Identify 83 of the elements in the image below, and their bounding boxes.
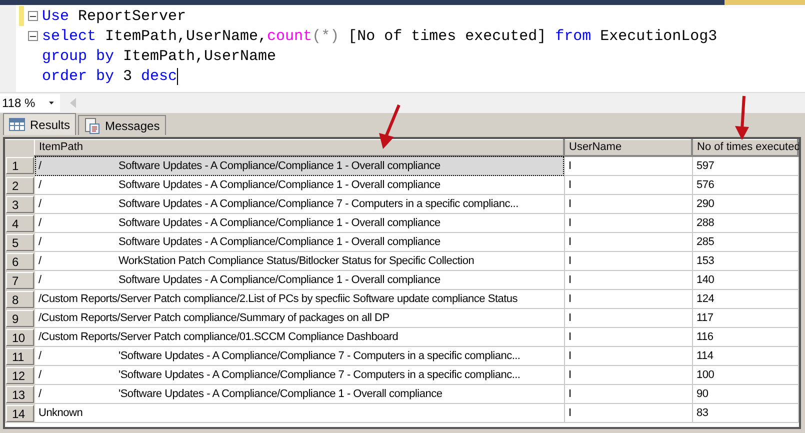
table-cell: I (564, 384, 692, 404)
path-end: 'Software Updates - A Compliance/Compliance 7 - Computers in a specific complianc... (118, 369, 520, 381)
table-cell: 153 (692, 252, 798, 270)
row-header[interactable]: 3 (6, 196, 34, 212)
table-cell: I (564, 214, 692, 232)
table-cell: I (564, 194, 692, 214)
table-cell: 114 (692, 346, 798, 366)
path-end: Software Updates - A Compliance/Compliance 1 - Overall compliance (118, 274, 440, 286)
table-cell: I (564, 404, 692, 422)
table-cell: I (564, 252, 692, 270)
item-path: /Custom Reports/Server Patch compliance/2.List of PCs by specfiic Software update compliance Status (38, 293, 518, 305)
path-end: Software Updates - A Compliance/Compliance 1 - Overall compliance (118, 236, 440, 248)
path-start: / (38, 159, 42, 174)
table-cell: I (564, 290, 692, 308)
table-cell: I (564, 308, 692, 328)
annotation-arrow (377, 103, 403, 151)
item-path: /Custom Reports/Server Patch compliance/01.SCCM Compliance Dashboard (38, 331, 398, 343)
path-start: / (38, 254, 42, 269)
row-header[interactable]: 2 (6, 176, 34, 194)
code-line: Use ReportServer (42, 8, 186, 24)
table-cell: 90 (692, 384, 798, 404)
row-header[interactable]: 6 (6, 252, 34, 270)
caret-icon (49, 101, 54, 105)
path-end: Software Updates - A Compliance/Compliance 1 - Overall compliance (118, 160, 440, 172)
column-header[interactable]: UserName (564, 140, 692, 156)
table-cell: 576 (692, 176, 798, 194)
path-start: / (38, 349, 42, 364)
path-start: / (38, 178, 42, 193)
path-end: Software Updates - A Compliance/Compliance 7 - Computers in a specific complianc... (118, 198, 518, 210)
path-start: / (38, 368, 42, 383)
code-line: select ItemPath,UserName,count(*) [No of times executed] from ExecutionLog3 (42, 28, 718, 44)
row-header[interactable]: 7 (6, 272, 34, 288)
table-cell: 124 (692, 290, 798, 308)
path-end: WorkStation Patch Compliance Status/Bitlocker Status for Specific Collection (118, 255, 474, 267)
row-header[interactable]: 4 (6, 214, 34, 232)
path-start: / (38, 387, 42, 402)
grid-icon (9, 118, 25, 131)
row-header[interactable]: 11 (6, 348, 34, 364)
path-start: / (38, 197, 42, 212)
table-cell: I (564, 270, 692, 290)
row-header[interactable]: 8 (6, 290, 34, 308)
path-start: / (38, 235, 42, 250)
table-cell: 83 (692, 404, 798, 422)
table-cell: 116 (692, 328, 798, 346)
path-end: 'Software Updates - A Compliance/Compliance 1 - Overall compliance (118, 388, 442, 400)
annotation-arrow (734, 94, 750, 142)
code-line: order by 3 desc (42, 68, 178, 84)
path-end: Software Updates - A Compliance/Compliance 1 - Overall compliance (118, 217, 440, 229)
path-end: 'Software Updates - A Compliance/Compliance 7 - Computers in a specific complianc... (118, 350, 520, 362)
path-start: / (38, 273, 42, 288)
table-cell: I (564, 366, 692, 384)
path-start: / (38, 216, 42, 231)
table-cell: I (564, 156, 692, 176)
table-cell: 288 (692, 214, 798, 232)
row-header[interactable]: 14 (6, 404, 34, 422)
table-cell: 290 (692, 194, 798, 214)
table-cell: 140 (692, 270, 798, 290)
table-cell: I (564, 328, 692, 346)
zoom-dropdown[interactable]: 118 % (0, 94, 60, 112)
item-path: /Custom Reports/Server Patch compliance/Summary of packages on all DP (38, 312, 390, 324)
corner-cell[interactable] (5, 140, 34, 156)
row-header[interactable]: 9 (6, 310, 34, 326)
table-cell: 117 (692, 308, 798, 328)
column-header[interactable]: ItemPath (34, 140, 564, 156)
table-cell: I (564, 176, 692, 194)
row-header[interactable]: 1 (6, 157, 34, 174)
collapse-icon[interactable] (28, 11, 38, 21)
path-end: Software Updates - A Compliance/Compliance 1 - Overall compliance (118, 179, 440, 191)
row-header[interactable]: 13 (6, 386, 34, 402)
row-header[interactable]: 10 (6, 328, 34, 346)
results-tab[interactable]: Messages (78, 115, 166, 135)
document-icon (84, 118, 100, 134)
row-header[interactable]: 5 (6, 234, 34, 250)
table-cell: 100 (692, 366, 798, 384)
collapse-icon[interactable] (28, 31, 38, 41)
code-line: group by ItemPath,UserName (42, 48, 276, 64)
table-cell: 285 (692, 232, 798, 252)
table-cell: I (564, 346, 692, 366)
item-path: Unknown (38, 407, 83, 419)
results-tab[interactable]: Results (3, 113, 76, 135)
table-cell: 597 (692, 156, 798, 176)
table-cell: I (564, 232, 692, 252)
row-header[interactable]: 12 (6, 366, 34, 384)
